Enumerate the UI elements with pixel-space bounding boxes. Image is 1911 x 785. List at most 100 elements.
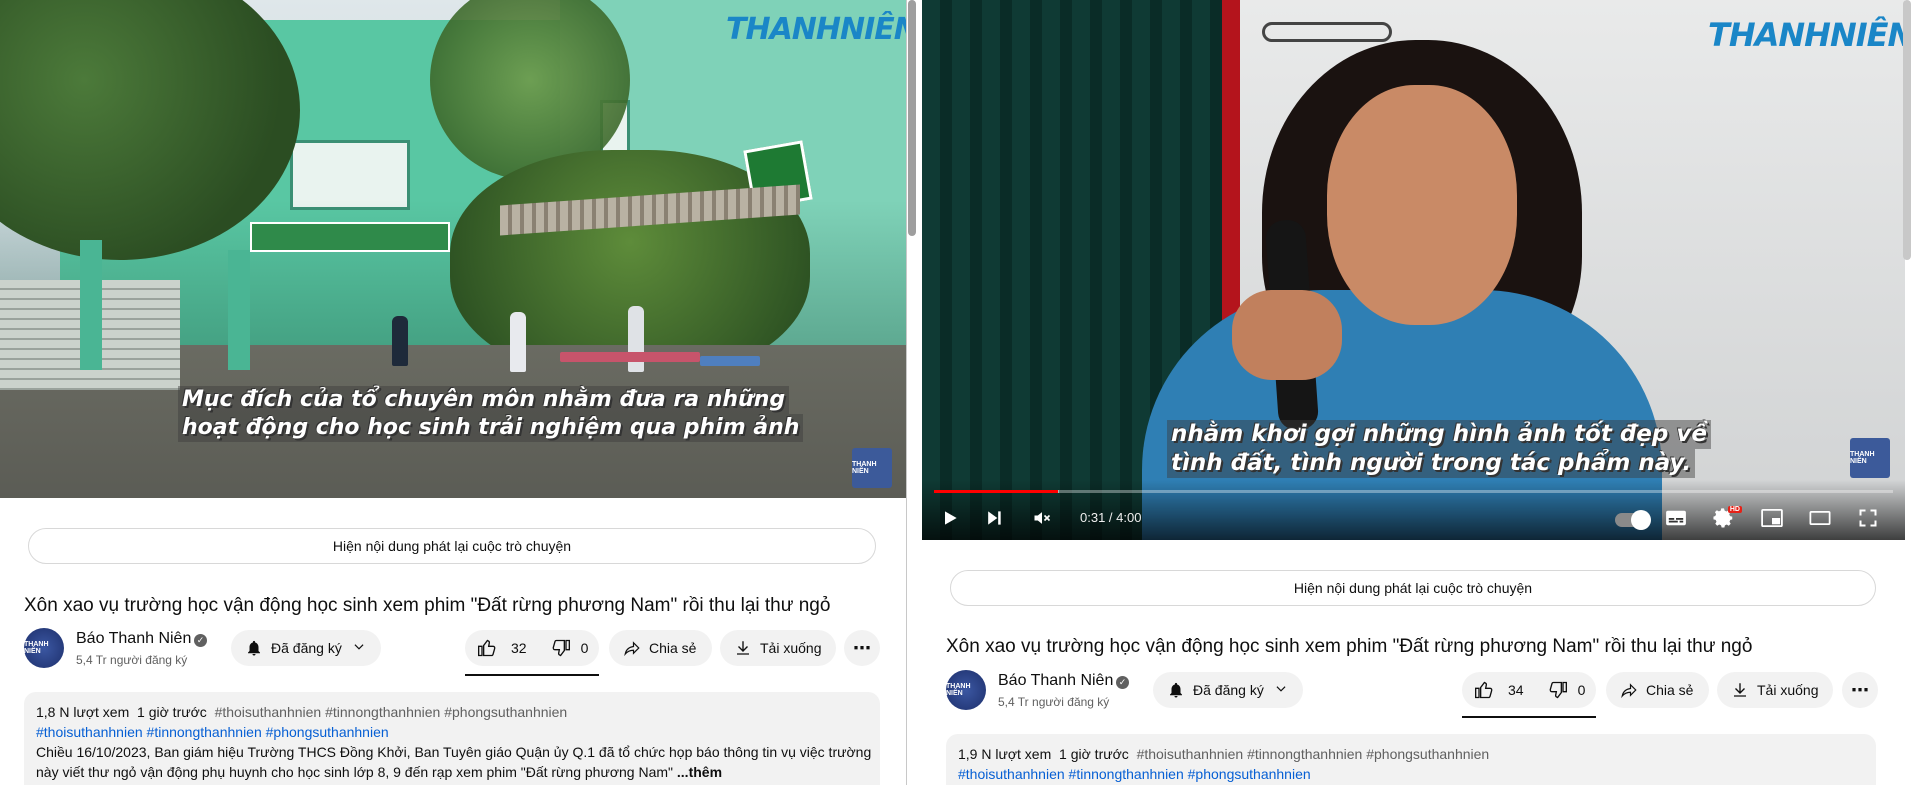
show-chat-replay-button[interactable]: Hiện nội dung phát lại cuộc trò chuyện (950, 570, 1876, 606)
more-actions-button[interactable]: ⋯ (1842, 672, 1878, 708)
fullscreen-icon (1858, 508, 1878, 533)
progress-bar[interactable] (934, 490, 1893, 493)
more-actions-button[interactable]: ⋯ (844, 630, 880, 666)
more-icon: ⋯ (853, 637, 871, 658)
share-label: Chia sẻ (1646, 682, 1694, 698)
video-owner-row: THANH NIÊN Báo Thanh Niên ✓ 5,4 Tr người… (922, 668, 1911, 718)
subtitles-icon (1665, 509, 1687, 532)
scene-speaker-face (1327, 85, 1517, 325)
like-count: 34 (1508, 682, 1524, 698)
miniplayer-icon (1761, 508, 1783, 532)
hashtag-links[interactable]: #thoisuthanhnien #tinnongthanhnien #phon… (958, 764, 1864, 784)
description-text-line-2: này viết thư ngỏ vận động phụ huynh cho … (36, 762, 868, 782)
mute-button[interactable] (1026, 504, 1058, 536)
video-subtitle: Mục đích của tổ chuyên môn nhằm đưa ra n… (178, 386, 804, 442)
thumbs-up-icon (477, 638, 497, 658)
share-button[interactable]: Chia sẻ (1606, 672, 1709, 708)
scene-bench (700, 356, 760, 366)
settings-button[interactable]: HD (1708, 504, 1742, 536)
left-video-player[interactable]: THANHNIÊN Mục đích của tổ chuyên môn nhằ… (0, 0, 906, 498)
subtitle-line: nhằm khơi gợi những hình ảnh tốt đẹp về (1167, 420, 1711, 449)
hd-badge: HD (1727, 506, 1742, 513)
player-controls: 0:31 / 4:00 HD (922, 480, 1905, 540)
download-icon (732, 639, 754, 657)
right-video-player[interactable]: THANHNIÊN nhằm khơi gợi những hình ảnh t… (922, 0, 1905, 540)
more-icon: ⋯ (1851, 679, 1869, 700)
channel-name[interactable]: Báo Thanh Niên (998, 672, 1113, 690)
bell-icon (243, 639, 265, 657)
description-meta: 1,9 N lượt xem 1 giờ trước #thoisuthanhn… (958, 744, 1864, 764)
download-button[interactable]: Tải xuống (720, 630, 836, 666)
autoplay-knob (1631, 510, 1651, 530)
share-icon (621, 639, 643, 657)
volume-muted-icon (1032, 508, 1052, 533)
dislike-count: 0 (1577, 682, 1586, 698)
scene-bench (560, 352, 700, 362)
progress-played (934, 490, 1058, 493)
like-underline (465, 674, 599, 676)
right-scrollbar-thumb[interactable] (1903, 0, 1911, 260)
dislike-count: 0 (580, 640, 589, 656)
description-box[interactable]: 1,9 N lượt xem 1 giờ trước #thoisuthanhn… (946, 734, 1876, 785)
download-label: Tải xuống (1757, 682, 1819, 698)
autoplay-toggle[interactable] (1612, 504, 1652, 536)
next-icon (984, 508, 1004, 533)
scene-hand (1232, 290, 1342, 380)
video-title: Xôn xao vụ trường học vận động học sinh … (946, 636, 1753, 657)
upload-time: 1 giờ trước (137, 704, 207, 720)
subtitle-line: tình đất, tình người trong tác phẩm này. (1167, 449, 1696, 478)
play-button[interactable] (934, 504, 966, 536)
subscriber-count: 5,4 Tr người đăng ký (998, 695, 1110, 709)
hashtag-links[interactable]: #thoisuthanhnien #tinnongthanhnien #phon… (36, 722, 868, 742)
view-count: 1,8 N lượt xem (36, 704, 130, 720)
miniplayer-button[interactable] (1756, 504, 1788, 536)
channel-corner-logo: THANH NIÊN (1850, 438, 1890, 478)
next-button[interactable] (978, 504, 1010, 536)
theater-mode-button[interactable] (1804, 504, 1836, 536)
play-icon (940, 508, 960, 533)
video-title: Xôn xao vụ trường học vận động học sinh … (24, 595, 831, 616)
subscribed-button[interactable]: Đã đăng ký (231, 630, 381, 666)
channel-name[interactable]: Báo Thanh Niên (76, 630, 191, 648)
like-button[interactable]: 32 (465, 630, 539, 666)
channel-avatar[interactable]: THANH NIÊN (24, 628, 64, 668)
description-box[interactable]: 1,8 N lượt xem 1 giờ trước #thoisuthanhn… (24, 692, 880, 785)
subtitles-button[interactable] (1660, 504, 1692, 536)
description-meta: 1,8 N lượt xem 1 giờ trước #thoisuthanhn… (36, 702, 868, 722)
dislike-button[interactable]: 0 (539, 630, 601, 666)
description-text-line: Chiều 16/10/2023, Ban giám hiệu Trường T… (36, 744, 872, 760)
view-count: 1,9 N lượt xem (958, 746, 1052, 762)
thumbs-down-icon (1548, 680, 1568, 700)
subscribed-button[interactable]: Đã đăng ký (1153, 672, 1303, 708)
share-button[interactable]: Chia sẻ (609, 630, 712, 666)
dislike-button[interactable]: 0 (1536, 672, 1598, 708)
share-label: Chia sẻ (649, 640, 697, 656)
show-chat-replay-button[interactable]: Hiện nội dung phát lại cuộc trò chuyện (28, 528, 876, 564)
channel-corner-logo: THANH NIÊN (852, 448, 892, 488)
channel-avatar[interactable]: THANH NIÊN (946, 670, 986, 710)
inline-tags: #thoisuthanhnien #tinnongthanhnien #phon… (214, 704, 568, 720)
scene-person (510, 312, 526, 372)
theater-icon (1809, 510, 1831, 530)
like-dislike-group: 34 0 (1462, 672, 1596, 708)
subscribed-label: Đã đăng ký (271, 640, 342, 656)
verified-badge-icon: ✓ (194, 634, 207, 647)
like-underline (1462, 716, 1596, 718)
show-more-link[interactable]: ...thêm (677, 764, 722, 780)
download-icon (1729, 681, 1751, 699)
fullscreen-button[interactable] (1852, 504, 1884, 536)
left-video-page: THANHNIÊN Mục đích của tổ chuyên môn nhằ… (0, 0, 906, 785)
scene-pillar (80, 240, 102, 370)
subtitle-line: hoạt động cho học sinh trải nghiệm qua p… (178, 414, 804, 442)
download-button[interactable]: Tải xuống (1717, 672, 1833, 708)
thumbs-down-icon (551, 638, 571, 658)
video-owner-row: THANH NIÊN Báo Thanh Niên ✓ 5,4 Tr người… (0, 626, 906, 676)
scene-person (628, 306, 644, 372)
time-display: 0:31 / 4:00 (1080, 510, 1142, 525)
chevron-down-icon (352, 640, 366, 657)
verified-badge-icon: ✓ (1116, 676, 1129, 689)
description-text: này viết thư ngỏ vận động phụ huynh cho … (36, 764, 674, 780)
autoplay-track (1615, 510, 1651, 530)
like-button[interactable]: 34 (1462, 672, 1536, 708)
left-scrollbar-thumb[interactable] (908, 0, 916, 236)
